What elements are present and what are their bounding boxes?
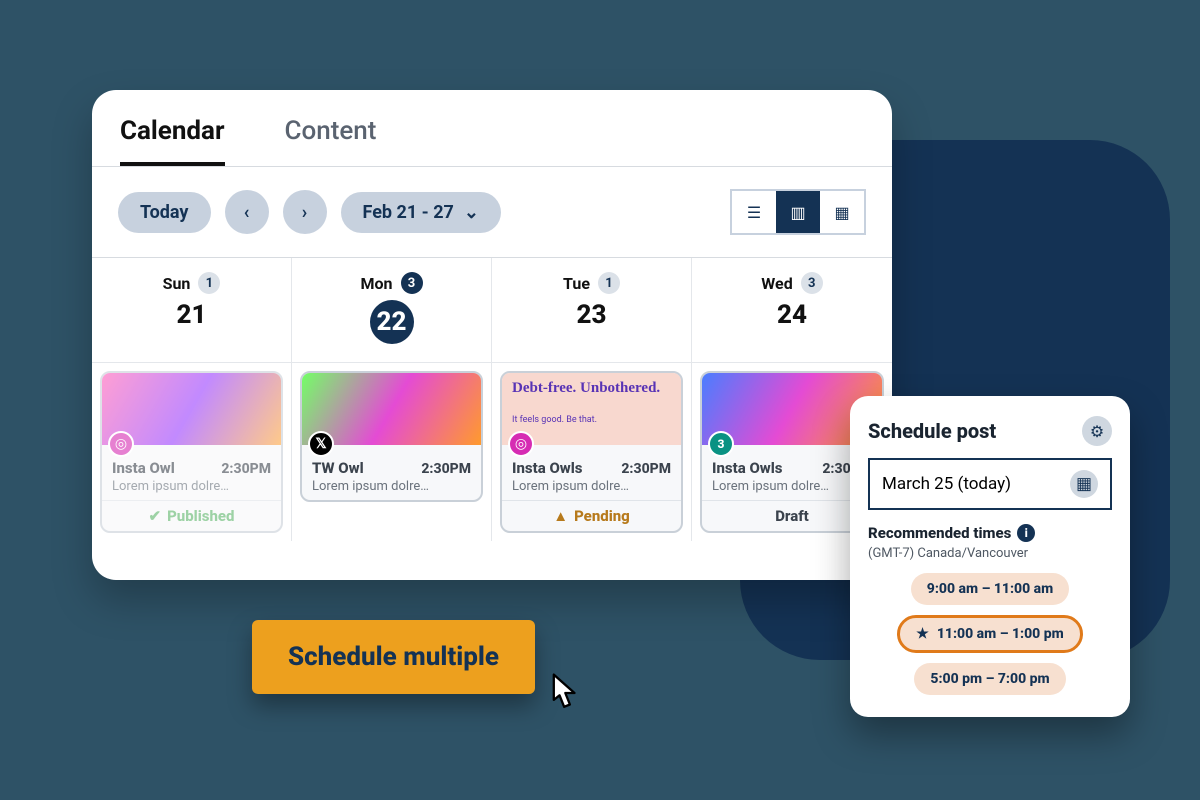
view-week-button[interactable]: ▥ [776, 191, 820, 233]
time-slot-label: 11:00 am – 1:00 pm [937, 626, 1064, 642]
day-header: Mon 3 22 [292, 258, 492, 362]
next-button[interactable]: › [283, 190, 327, 234]
schedule-post-popover: Schedule post ⚙ March 25 (today) ▦ Recom… [850, 396, 1130, 717]
post-card[interactable]: Debt-free. Unbothered. It feels good. Be… [500, 371, 683, 533]
view-list-button[interactable]: ☰ [732, 191, 776, 233]
date-range-picker[interactable]: Feb 21 - 27 ⌄ [341, 192, 501, 233]
date-number-today: 22 [370, 300, 414, 344]
post-snippet: Lorem ipsum dolre… [512, 479, 671, 494]
dow-label: Mon [360, 274, 392, 293]
status-label: Published [167, 507, 234, 525]
post-time: 2:30PM [221, 461, 271, 477]
post-account: Insta Owl [112, 459, 175, 477]
columns-icon: ▥ [790, 203, 805, 222]
schedule-multiple-button[interactable]: Schedule multiple [252, 620, 535, 694]
post-snippet: Lorem ipsum dolre… [112, 479, 271, 494]
list-icon: ☰ [747, 203, 761, 222]
date-picker-field[interactable]: March 25 (today) ▦ [868, 458, 1112, 510]
view-month-button[interactable]: ▦ [820, 191, 864, 233]
post-time: 2:30PM [421, 461, 471, 477]
date-field-value: March 25 (today) [882, 474, 1011, 494]
post-thumbnail: ◎ [102, 373, 281, 445]
post-account: Insta Owls [712, 459, 783, 477]
time-slot[interactable]: 9:00 am – 11:00 am [911, 573, 1069, 605]
chevron-right-icon: › [302, 202, 307, 223]
day-header: Wed 3 24 [692, 258, 892, 362]
status-label: Draft [775, 507, 809, 525]
day-header: Sun 1 21 [92, 258, 292, 362]
thumb-overlay-title: Debt-free. Unbothered. [512, 381, 660, 397]
calendar-panel: Calendar Content Today ‹ › Feb 21 - 27 ⌄… [92, 90, 892, 580]
dow-label: Tue [563, 274, 590, 293]
day-column: Debt-free. Unbothered. It feels good. Be… [492, 363, 692, 541]
x-twitter-icon: 𝕏 [308, 431, 334, 457]
post-snippet: Lorem ipsum dolre… [312, 479, 471, 494]
gear-icon: ⚙ [1090, 422, 1104, 441]
chevron-down-icon: ⌄ [464, 202, 479, 223]
time-slot-recommended[interactable]: ★ 11:00 am – 1:00 pm [897, 615, 1082, 653]
star-icon: ★ [916, 626, 929, 642]
post-account: TW Owl [312, 459, 364, 477]
day-header: Tue 1 23 [492, 258, 692, 362]
calendar-icon: ▦ [834, 203, 849, 222]
post-thumbnail: Debt-free. Unbothered. It feels good. Be… [502, 373, 681, 445]
tab-calendar[interactable]: Calendar [120, 116, 225, 166]
timezone-label: (GMT-7) Canada/Vancouver [868, 546, 1112, 561]
post-snippet: Lorem ipsum dolre… [712, 479, 872, 494]
dow-label: Sun [163, 274, 191, 293]
time-slot[interactable]: 5:00 pm – 7:00 pm [914, 663, 1065, 695]
tab-content[interactable]: Content [285, 116, 377, 166]
thumb-overlay-sub: It feels good. Be that. [512, 415, 597, 425]
tab-bar: Calendar Content [92, 90, 892, 167]
date-range-label: Feb 21 - 27 [363, 202, 454, 223]
pointer-cursor-icon [540, 670, 586, 716]
warning-icon: ▲ [553, 507, 568, 525]
instagram-icon: ◎ [508, 431, 534, 457]
post-count-badge: 1 [198, 272, 220, 294]
day-column: 𝕏 TW Owl 2:30PM Lorem ipsum dolre… [292, 363, 492, 541]
post-card[interactable]: 𝕏 TW Owl 2:30PM Lorem ipsum dolre… [300, 371, 483, 502]
calendar-body: ◎ Insta Owl 2:30PM Lorem ipsum dolre… ✔ Pu… [92, 362, 892, 541]
check-icon: ✔ [149, 507, 162, 525]
date-number: 23 [577, 300, 607, 330]
recommended-times-heading: Recommended times i [868, 524, 1112, 542]
chevron-left-icon: ‹ [244, 202, 250, 223]
settings-button[interactable]: ⚙ [1082, 416, 1112, 446]
view-switcher: ☰ ▥ ▦ [730, 189, 866, 235]
post-card[interactable]: ◎ Insta Owl 2:30PM Lorem ipsum dolre… ✔ Pu… [100, 371, 283, 533]
time-slot-list: 9:00 am – 11:00 am ★ 11:00 am – 1:00 pm … [868, 573, 1112, 695]
popover-title: Schedule post [868, 419, 996, 443]
dow-label: Wed [761, 274, 792, 293]
instagram-icon: ◎ [108, 431, 134, 457]
today-button[interactable]: Today [118, 192, 211, 233]
multi-network-badge: 3 [708, 431, 734, 457]
calendar-icon: ▦ [1070, 470, 1098, 498]
info-icon[interactable]: i [1017, 524, 1035, 542]
status-label: Pending [574, 507, 630, 525]
toolbar: Today ‹ › Feb 21 - 27 ⌄ ☰ ▥ ▦ [92, 167, 892, 258]
date-number: 21 [177, 300, 207, 330]
rec-label: Recommended times [868, 524, 1011, 542]
date-number: 24 [777, 300, 807, 330]
post-count-badge: 3 [401, 272, 423, 294]
post-time: 2:30PM [621, 461, 671, 477]
calendar-header-row: Sun 1 21 Mon 3 22 Tue 1 23 Wed 3 24 [92, 258, 892, 362]
post-count-badge: 3 [801, 272, 823, 294]
post-account: Insta Owls [512, 459, 583, 477]
day-column: ◎ Insta Owl 2:30PM Lorem ipsum dolre… ✔ Pu… [92, 363, 292, 541]
status-published: ✔ Published [102, 500, 281, 531]
post-count-badge: 1 [598, 272, 620, 294]
post-thumbnail: 𝕏 [302, 373, 481, 445]
status-pending: ▲ Pending [502, 500, 681, 531]
prev-button[interactable]: ‹ [225, 190, 269, 234]
